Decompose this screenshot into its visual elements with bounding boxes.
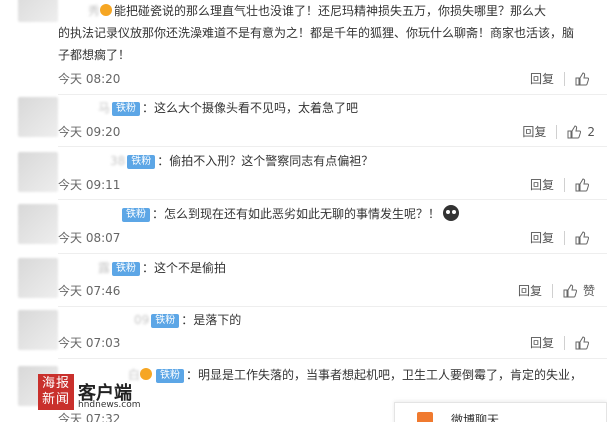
separator xyxy=(551,283,553,298)
comment-time: 今天 09:20 xyxy=(58,125,121,139)
comment-time: 今天 07:03 xyxy=(58,336,121,350)
thumbs-up-icon xyxy=(575,177,589,191)
comment-time: 今天 09:11 xyxy=(58,178,121,192)
reply-button[interactable]: 回复 xyxy=(522,123,546,140)
separator xyxy=(564,177,565,192)
like-button[interactable]: 2 xyxy=(567,125,595,139)
comment-item: 露铁粉 ：这个不是偷拍 今天 07:46 回复 赞 xyxy=(0,254,607,307)
comment-actions: 回复 2 xyxy=(522,123,595,140)
thumbs-up-icon xyxy=(575,230,589,244)
emoji-icon xyxy=(443,205,460,221)
news-watermark: 海报 新闻 客户端 hndnews.com xyxy=(38,374,141,410)
like-count: 赞 xyxy=(582,284,595,298)
reply-button[interactable]: 回复 xyxy=(518,282,542,299)
thumbs-up-icon xyxy=(575,71,589,85)
comment-text: 白铁粉 ：明显是工作失落的，当事者想起机吧，卫生工人要倒霉了，肯定的失业， xyxy=(128,368,577,383)
comment-item: 马铁粉 ：这么大个摄像头看不见吗，太着急了吧 今天 09:20 回复 2 xyxy=(0,95,607,147)
like-button[interactable] xyxy=(575,71,595,86)
avatar[interactable] xyxy=(18,152,58,192)
comment-text: 秀能把碰瓷说的那么理直气壮也没谁了！还尼玛精神损失五万，你损失哪里？那么大 xyxy=(88,4,547,18)
avatar[interactable] xyxy=(18,0,58,22)
avatar[interactable] xyxy=(18,204,58,244)
comment-text: 铁粉 ：怎么到现在还有如此恶劣如此无聊的事情发生呢？！ xyxy=(58,203,577,225)
reply-button[interactable]: 回复 xyxy=(530,70,554,87)
logo-line: 新闻 xyxy=(41,392,70,407)
username[interactable]: 秀 xyxy=(88,4,100,18)
comment-item: 38 铁粉 ：偷拍不入刑？这个警察同志有点偏袒？ 今天 09:11 回复 xyxy=(0,147,607,200)
comment-actions: 回复 赞 xyxy=(518,282,595,299)
comment-text: 露铁粉 ：这个不是偷拍 xyxy=(98,261,227,276)
fan-badge: 铁粉 xyxy=(151,314,180,328)
thumbs-up-icon xyxy=(563,283,577,297)
avatar[interactable] xyxy=(18,97,58,137)
like-button[interactable] xyxy=(575,230,595,245)
username[interactable]: 马 xyxy=(98,101,110,115)
comment-text: 09 铁粉 ：是落下的 xyxy=(134,313,242,328)
comment-text-line: 的执法记录仪放那你还洗澡难道不是有意为之！都是千年的狐狸、你玩什么聊斋！商家也活… xyxy=(58,26,575,40)
fan-badge: 铁粉 xyxy=(122,208,150,222)
fan-badge: 铁粉 xyxy=(127,155,156,169)
fan-badge: 铁粉 xyxy=(156,369,185,383)
comment-actions: 回复 xyxy=(530,229,595,246)
username[interactable]: 38 xyxy=(110,154,125,168)
fan-badge: 铁粉 xyxy=(112,102,141,116)
like-count: 2 xyxy=(587,124,595,139)
vip-icon xyxy=(100,4,113,16)
thumbs-up-icon xyxy=(575,335,589,349)
message-icon xyxy=(417,412,433,422)
reply-button[interactable]: 回复 xyxy=(530,229,554,246)
thumbs-up-icon xyxy=(567,124,582,138)
comment-actions: 回复 xyxy=(530,334,595,351)
comment-text-line: 子都想瘸了！ xyxy=(58,48,131,62)
comment-time: 今天 07:32 xyxy=(58,412,121,422)
fan-badge: 铁粉 xyxy=(112,262,141,276)
comment-time: 今天 08:07 xyxy=(58,231,121,245)
comment-actions: 回复 xyxy=(530,176,595,193)
separator xyxy=(556,124,558,139)
avatar[interactable] xyxy=(18,258,58,298)
like-button[interactable] xyxy=(575,177,595,192)
separator xyxy=(564,335,565,350)
comment-time: 今天 07:46 xyxy=(58,284,121,298)
reply-button[interactable]: 回复 xyxy=(530,334,554,351)
comment-item: 铁粉 ：怎么到现在还有如此恶劣如此无聊的事情发生呢？！ 今天 08:07 回复 xyxy=(0,200,607,254)
comment-item: 09 铁粉 ：是落下的 今天 07:03 回复 xyxy=(0,306,607,359)
reply-button[interactable]: 回复 xyxy=(530,176,554,193)
comment-actions: 回复 xyxy=(530,70,595,87)
username[interactable]: 09 xyxy=(134,313,149,327)
watermark-logo: 海报 新闻 xyxy=(38,374,74,410)
separator xyxy=(564,230,565,245)
separator xyxy=(564,71,565,86)
avatar[interactable] xyxy=(18,310,58,350)
vip-icon xyxy=(140,368,153,380)
comment-item: 秀能把碰瓷说的那么理直气壮也没谁了！还尼玛精神损失五万，你损失哪里？那么大 的执… xyxy=(0,0,607,95)
like-button[interactable] xyxy=(575,335,595,350)
chat-popup-label: 微博聊天 xyxy=(451,413,500,422)
chat-popup[interactable]: 微博聊天 xyxy=(394,402,607,422)
comment-text: 38 铁粉 ：偷拍不入刑？这个警察同志有点偏袒？ xyxy=(110,154,374,169)
comment-text: 马铁粉 ：这么大个摄像头看不见吗，太着急了吧 xyxy=(98,101,359,116)
watermark-url: hndnews.com xyxy=(78,400,141,410)
comment-time: 今天 08:20 xyxy=(58,72,121,86)
like-button[interactable]: 赞 xyxy=(563,282,595,299)
username[interactable]: 露 xyxy=(98,261,110,275)
logo-line: 海报 xyxy=(41,376,70,391)
